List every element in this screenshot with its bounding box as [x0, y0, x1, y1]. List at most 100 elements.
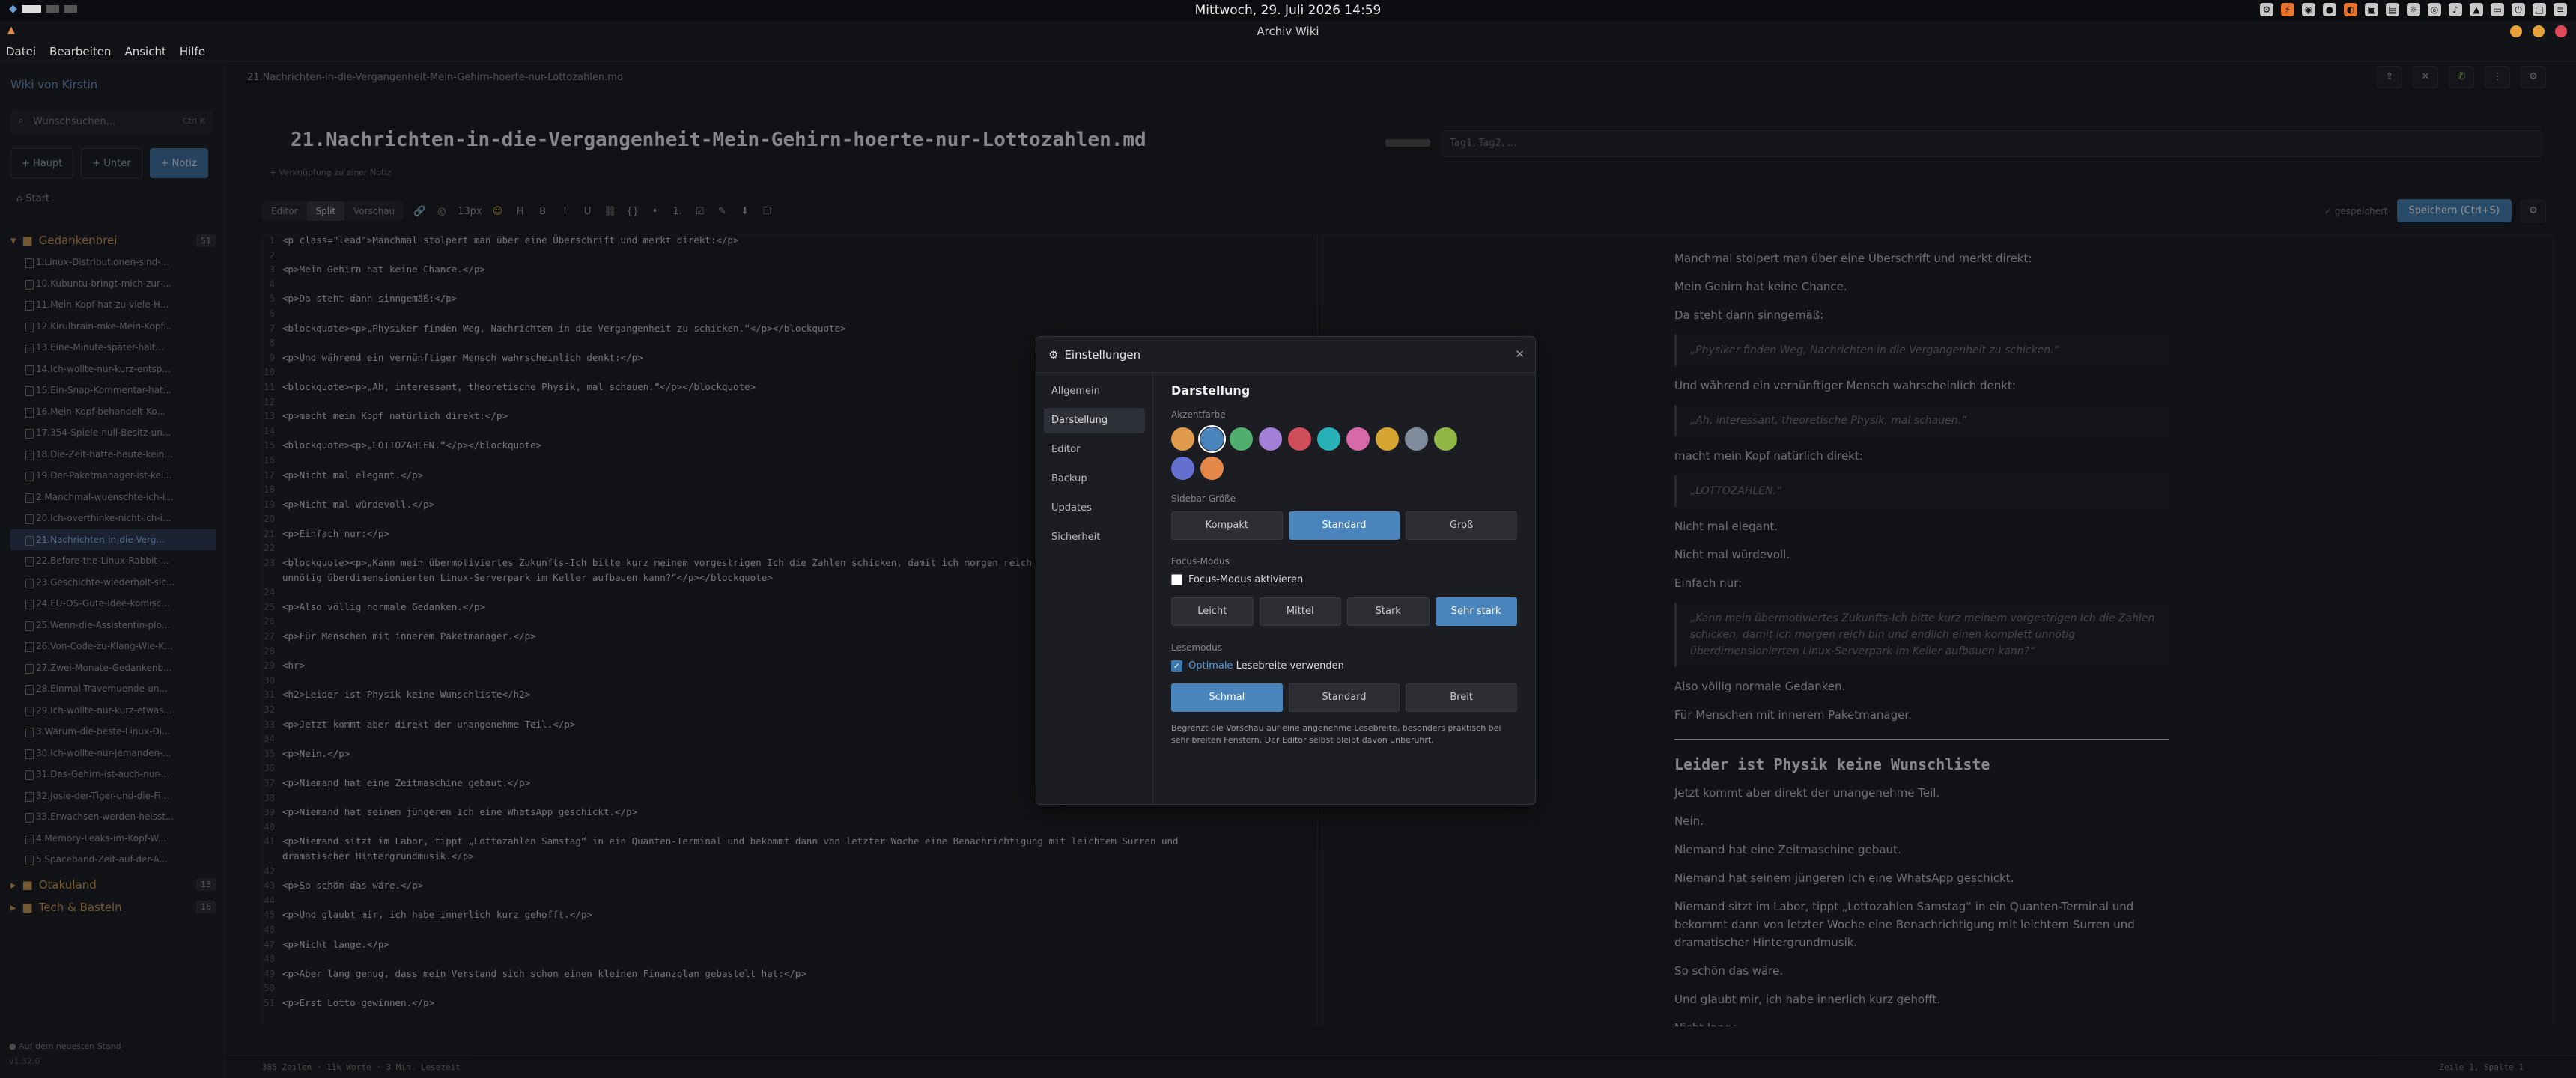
- add-sub-button[interactable]: + Unter: [81, 148, 142, 178]
- settings-gear-icon[interactable]: ⚙: [2521, 199, 2546, 222]
- nav-allgemein[interactable]: Allgemein: [1044, 379, 1145, 404]
- mode-preview[interactable]: Vorschau: [344, 201, 404, 221]
- workspace-switcher[interactable]: ◆: [9, 3, 77, 15]
- file-item[interactable]: 14.Ich-wollte-nur-kurz-entsp...: [10, 359, 216, 380]
- file-item[interactable]: 13.Eine-Minute-später-halt...: [10, 337, 216, 359]
- editor-line[interactable]: 6: [263, 308, 1317, 323]
- nav-updates[interactable]: Updates: [1044, 496, 1145, 521]
- save-button[interactable]: Speichern (Ctrl+S): [2396, 199, 2512, 222]
- display-icon[interactable]: ▭: [2491, 3, 2504, 16]
- accent-swatch[interactable]: [1376, 427, 1399, 451]
- accent-swatch[interactable]: [1288, 427, 1311, 451]
- file-item[interactable]: 3.Warum-die-beste-Linux-Di...: [10, 721, 216, 743]
- file-item[interactable]: 11.Mein-Kopf-hat-zu-viele-H...: [10, 294, 216, 316]
- file-item[interactable]: 5.Spaceband-Zeit-auf-der-A...: [10, 849, 216, 871]
- file-item[interactable]: 27.Zwei-Monate-Gedankenb...: [10, 657, 216, 679]
- sidebar-gross-button[interactable]: Groß: [1406, 511, 1518, 540]
- tray-app-icon[interactable]: ▤: [2386, 3, 2399, 16]
- accent-swatch[interactable]: [1317, 427, 1340, 451]
- file-item[interactable]: 30.Ich-wollte-nur-jemanden-...: [10, 743, 216, 764]
- nav-editor[interactable]: Editor: [1044, 437, 1145, 463]
- file-item[interactable]: 12.Kirulbrain-mke-Mein-Kopf...: [10, 316, 216, 338]
- focus-mittel-button[interactable]: Mittel: [1259, 597, 1341, 626]
- accent-swatch[interactable]: [1434, 427, 1457, 451]
- editor-line[interactable]: 42: [263, 865, 1317, 880]
- editor-line[interactable]: 46: [263, 924, 1317, 939]
- accent-swatch[interactable]: [1200, 457, 1224, 480]
- minimize-button[interactable]: [2510, 25, 2522, 37]
- steam-icon[interactable]: ●: [2323, 3, 2336, 16]
- add-main-button[interactable]: + Haupt: [10, 148, 74, 178]
- file-item[interactable]: 31.Das-Gehirn-ist-auch-nur-...: [10, 764, 216, 785]
- close-button[interactable]: [2555, 25, 2567, 37]
- editor-line[interactable]: 2: [263, 249, 1317, 264]
- nav-sicherheit[interactable]: Sicherheit: [1044, 525, 1145, 550]
- workspace-3[interactable]: [63, 5, 77, 13]
- underline-icon[interactable]: U: [581, 206, 595, 217]
- bold-icon[interactable]: B: [536, 206, 550, 217]
- read-width-checkbox[interactable]: ✓ Optimale Lesebreite verwenden: [1171, 660, 1517, 672]
- file-item[interactable]: 26.Von-Code-zu-Klang-Wie-K...: [10, 636, 216, 657]
- accent-swatch[interactable]: [1259, 427, 1282, 451]
- file-item[interactable]: 20.Ich-overthinke-nicht-ich-i...: [10, 508, 216, 529]
- italic-icon[interactable]: I: [559, 206, 572, 217]
- file-item[interactable]: 32.Josie-der-Tiger-und-die-Fi...: [10, 785, 216, 807]
- file-item[interactable]: 23.Geschichte-wiederholt-sic...: [10, 572, 216, 594]
- read-breit-button[interactable]: Breit: [1406, 683, 1518, 712]
- menu-hilfe[interactable]: Hilfe: [180, 45, 205, 58]
- file-item[interactable]: 25.Wenn-die-Assistentin-plo...: [10, 615, 216, 636]
- nav-darstellung[interactable]: Darstellung: [1044, 408, 1145, 433]
- file-item[interactable]: 19.Der-Paketmanager-ist-kei...: [10, 465, 216, 487]
- volume-icon[interactable]: ♪: [2449, 3, 2462, 16]
- sidebar-standard-button[interactable]: Standard: [1288, 511, 1400, 540]
- heading-icon[interactable]: H: [514, 206, 527, 217]
- network-icon[interactable]: ▲: [2470, 3, 2483, 16]
- code-icon[interactable]: {}: [626, 206, 640, 217]
- editor-line[interactable]: 1 <p class="lead">Manchmal stolpert man ü…: [263, 234, 1317, 249]
- folder-tech-basteln[interactable]: ▸ ■ Tech & Basteln 16: [10, 896, 216, 919]
- read-schmal-button[interactable]: Schmal: [1171, 683, 1283, 712]
- file-item[interactable]: 18.Die-Zeit-hatte-heute-kein...: [10, 444, 216, 466]
- accent-swatch[interactable]: [1198, 425, 1226, 453]
- accent-swatch[interactable]: [1171, 457, 1194, 480]
- menu-ansicht[interactable]: Ansicht: [124, 45, 165, 58]
- accent-swatch[interactable]: [1346, 427, 1370, 451]
- editor-line[interactable]: 41 <p>Niemand sitzt im Labor, tippt „Lott…: [263, 835, 1317, 850]
- checkbox-icon[interactable]: ☑: [693, 206, 707, 217]
- clock[interactable]: Mittwoch, 29. Juli 2026 14:59: [1195, 3, 1382, 18]
- focus-checkbox[interactable]: Focus-Modus aktivieren: [1171, 574, 1517, 585]
- maximize-button[interactable]: [2533, 25, 2545, 37]
- read-width-checkbox-box[interactable]: ✓: [1171, 660, 1182, 672]
- mode-editor[interactable]: Editor: [262, 201, 307, 221]
- file-item[interactable]: 21.Nachrichten-in-die-Verg...: [10, 529, 216, 550]
- search-input[interactable]: ⌕ Wunschsuchen... Ctrl K: [10, 109, 213, 135]
- add-note-button[interactable]: + Notiz: [149, 148, 208, 178]
- file-item[interactable]: 4.Memory-Leaks-im-Kopf-W...: [10, 828, 216, 850]
- workspace-1[interactable]: [21, 5, 41, 13]
- menu-bearbeiten[interactable]: Bearbeiten: [49, 45, 111, 58]
- file-item[interactable]: 24.EU-OS-Gute-Idee-komisc...: [10, 593, 216, 615]
- phone-icon[interactable]: ✆: [2449, 66, 2474, 88]
- brightness-icon[interactable]: ☼: [2407, 3, 2420, 16]
- tags-input[interactable]: Tag1, Tag2, ...: [1442, 130, 2542, 157]
- file-item[interactable]: 10.Kubuntu-bringt-mich-zur-...: [10, 273, 216, 295]
- comment-icon[interactable]: ✎: [716, 206, 729, 217]
- discord-icon[interactable]: ◉: [2302, 3, 2315, 16]
- editor-line[interactable]: 7 <blockquote><p>„Physiker finden Weg, Na…: [263, 323, 1317, 338]
- editor-line[interactable]: 43 <p>So schön das wäre.</p>: [263, 880, 1317, 895]
- accent-swatch[interactable]: [1405, 427, 1428, 451]
- file-item[interactable]: 2.Manchmal-wuenschte-ich-i...: [10, 487, 216, 508]
- gear-icon[interactable]: ⚙: [2521, 66, 2546, 88]
- trash-icon[interactable]: ✕: [2413, 66, 2438, 88]
- file-item[interactable]: 28.Einmal-Travemuende-un...: [10, 678, 216, 700]
- editor-line[interactable]: 39 <p>Niemand hat seinem jüngeren Ich ein…: [263, 806, 1317, 821]
- link-icon[interactable]: 🔗: [413, 206, 426, 217]
- read-standard-button[interactable]: Standard: [1288, 683, 1400, 712]
- settings-icon[interactable]: ◎: [435, 206, 449, 217]
- file-item[interactable]: 29.Ich-wollte-nur-kurz-etwas...: [10, 700, 216, 722]
- tray-app-icon[interactable]: ▣: [2365, 3, 2378, 16]
- file-item[interactable]: 17.354-Spiele-null-Besitz-un...: [10, 422, 216, 444]
- workspace-2[interactable]: [45, 5, 59, 13]
- editor-line[interactable]: 5 <p>Da steht dann sinngemäß:</p>: [263, 293, 1317, 308]
- menu-datei[interactable]: Datei: [6, 45, 36, 58]
